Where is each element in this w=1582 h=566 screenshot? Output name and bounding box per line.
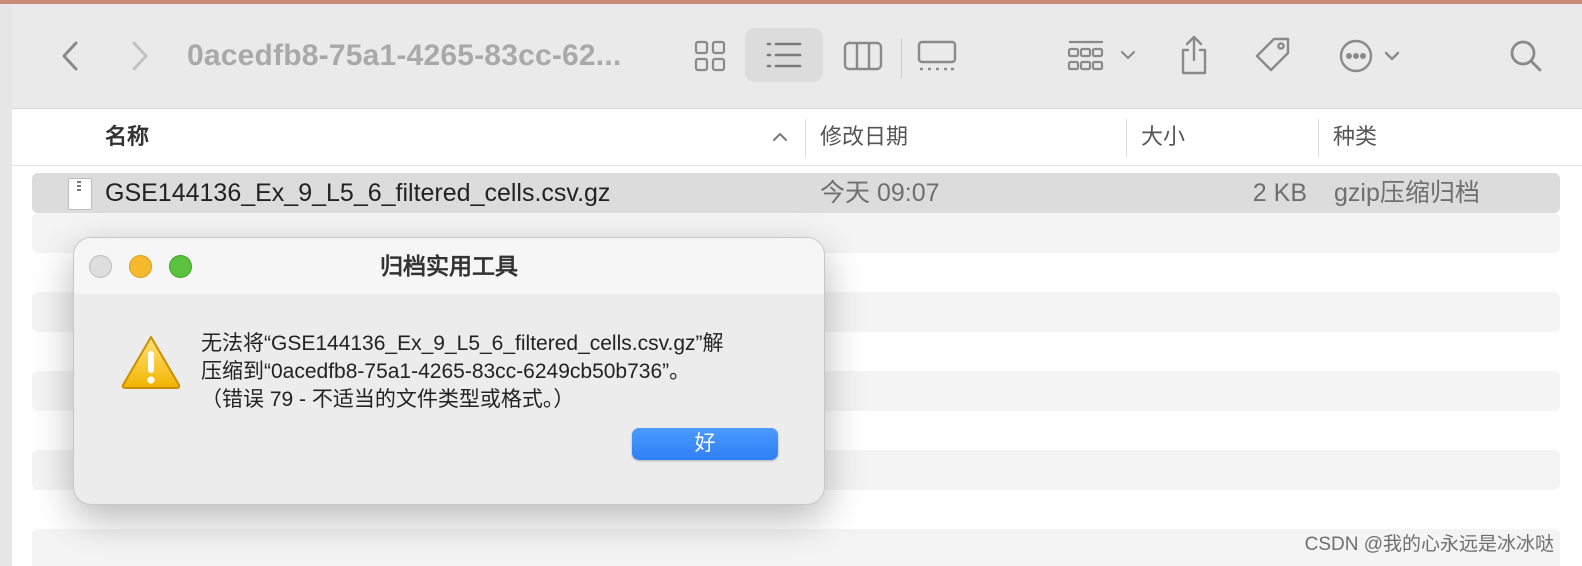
ok-button[interactable]: 好 bbox=[632, 428, 778, 460]
column-header-size[interactable]: 大小 bbox=[1141, 109, 1185, 165]
group-icon[interactable] bbox=[1062, 34, 1142, 78]
file-name: GSE144136_Ex_9_L5_6_filtered_cells.csv.g… bbox=[105, 179, 611, 207]
forward-chevron-icon[interactable] bbox=[120, 36, 160, 76]
watermark: CSDN @我的心永远是冰冰哒 bbox=[1304, 534, 1554, 555]
column-header-name[interactable]: 名称 bbox=[105, 109, 149, 165]
message-line: 无法将“GSE144136_Ex_9_L5_6_filtered_cells.c… bbox=[201, 332, 724, 355]
file-size: 2 KB bbox=[1252, 179, 1307, 207]
message-line: 压缩到“0acedfb8-75a1-4265-83cc-6249cb50b736… bbox=[201, 360, 691, 383]
warning-icon bbox=[120, 334, 182, 395]
archive-file-icon bbox=[68, 178, 92, 210]
column-divider[interactable] bbox=[805, 119, 806, 157]
column-divider[interactable] bbox=[1126, 119, 1127, 157]
dialog-title: 归档实用工具 bbox=[380, 253, 518, 279]
error-dialog: 归档实用工具 无法将“GSE144136_Ex_9_L5_6_filtered_… bbox=[73, 237, 825, 505]
toolbar: 0acedfb8-75a1-4265-83cc-62... bbox=[12, 4, 1582, 109]
file-row[interactable]: GSE144136_Ex_9_L5_6_filtered_cells.csv.g… bbox=[32, 173, 1560, 213]
share-icon[interactable] bbox=[1172, 30, 1216, 80]
column-view-icon[interactable] bbox=[840, 34, 886, 78]
list-view-icon[interactable] bbox=[745, 28, 823, 82]
message-line: （错误 79 - 不适当的文件类型或格式。） bbox=[201, 388, 575, 411]
more-icon[interactable] bbox=[1334, 34, 1408, 78]
file-date: 今天 09:07 bbox=[820, 179, 940, 207]
tag-icon[interactable] bbox=[1250, 32, 1296, 78]
column-header-date[interactable]: 修改日期 bbox=[820, 109, 908, 165]
toolbar-divider bbox=[901, 38, 902, 78]
icon-view-icon[interactable] bbox=[688, 34, 732, 78]
back-chevron-icon[interactable] bbox=[50, 36, 90, 76]
gallery-view-icon[interactable] bbox=[914, 34, 960, 78]
dialog-message: 无法将“GSE144136_Ex_9_L5_6_filtered_cells.c… bbox=[201, 330, 801, 414]
sort-ascending-icon[interactable] bbox=[770, 127, 790, 147]
file-kind: gzip压缩归档 bbox=[1334, 179, 1480, 207]
column-divider[interactable] bbox=[1318, 119, 1319, 157]
folder-title: 0acedfb8-75a1-4265-83cc-62... bbox=[187, 39, 622, 72]
dialog-titlebar: 归档实用工具 bbox=[74, 238, 824, 294]
column-header-kind[interactable]: 种类 bbox=[1333, 109, 1377, 165]
search-icon[interactable] bbox=[1504, 34, 1548, 78]
column-headers: 名称 修改日期 大小 种类 bbox=[12, 109, 1582, 166]
